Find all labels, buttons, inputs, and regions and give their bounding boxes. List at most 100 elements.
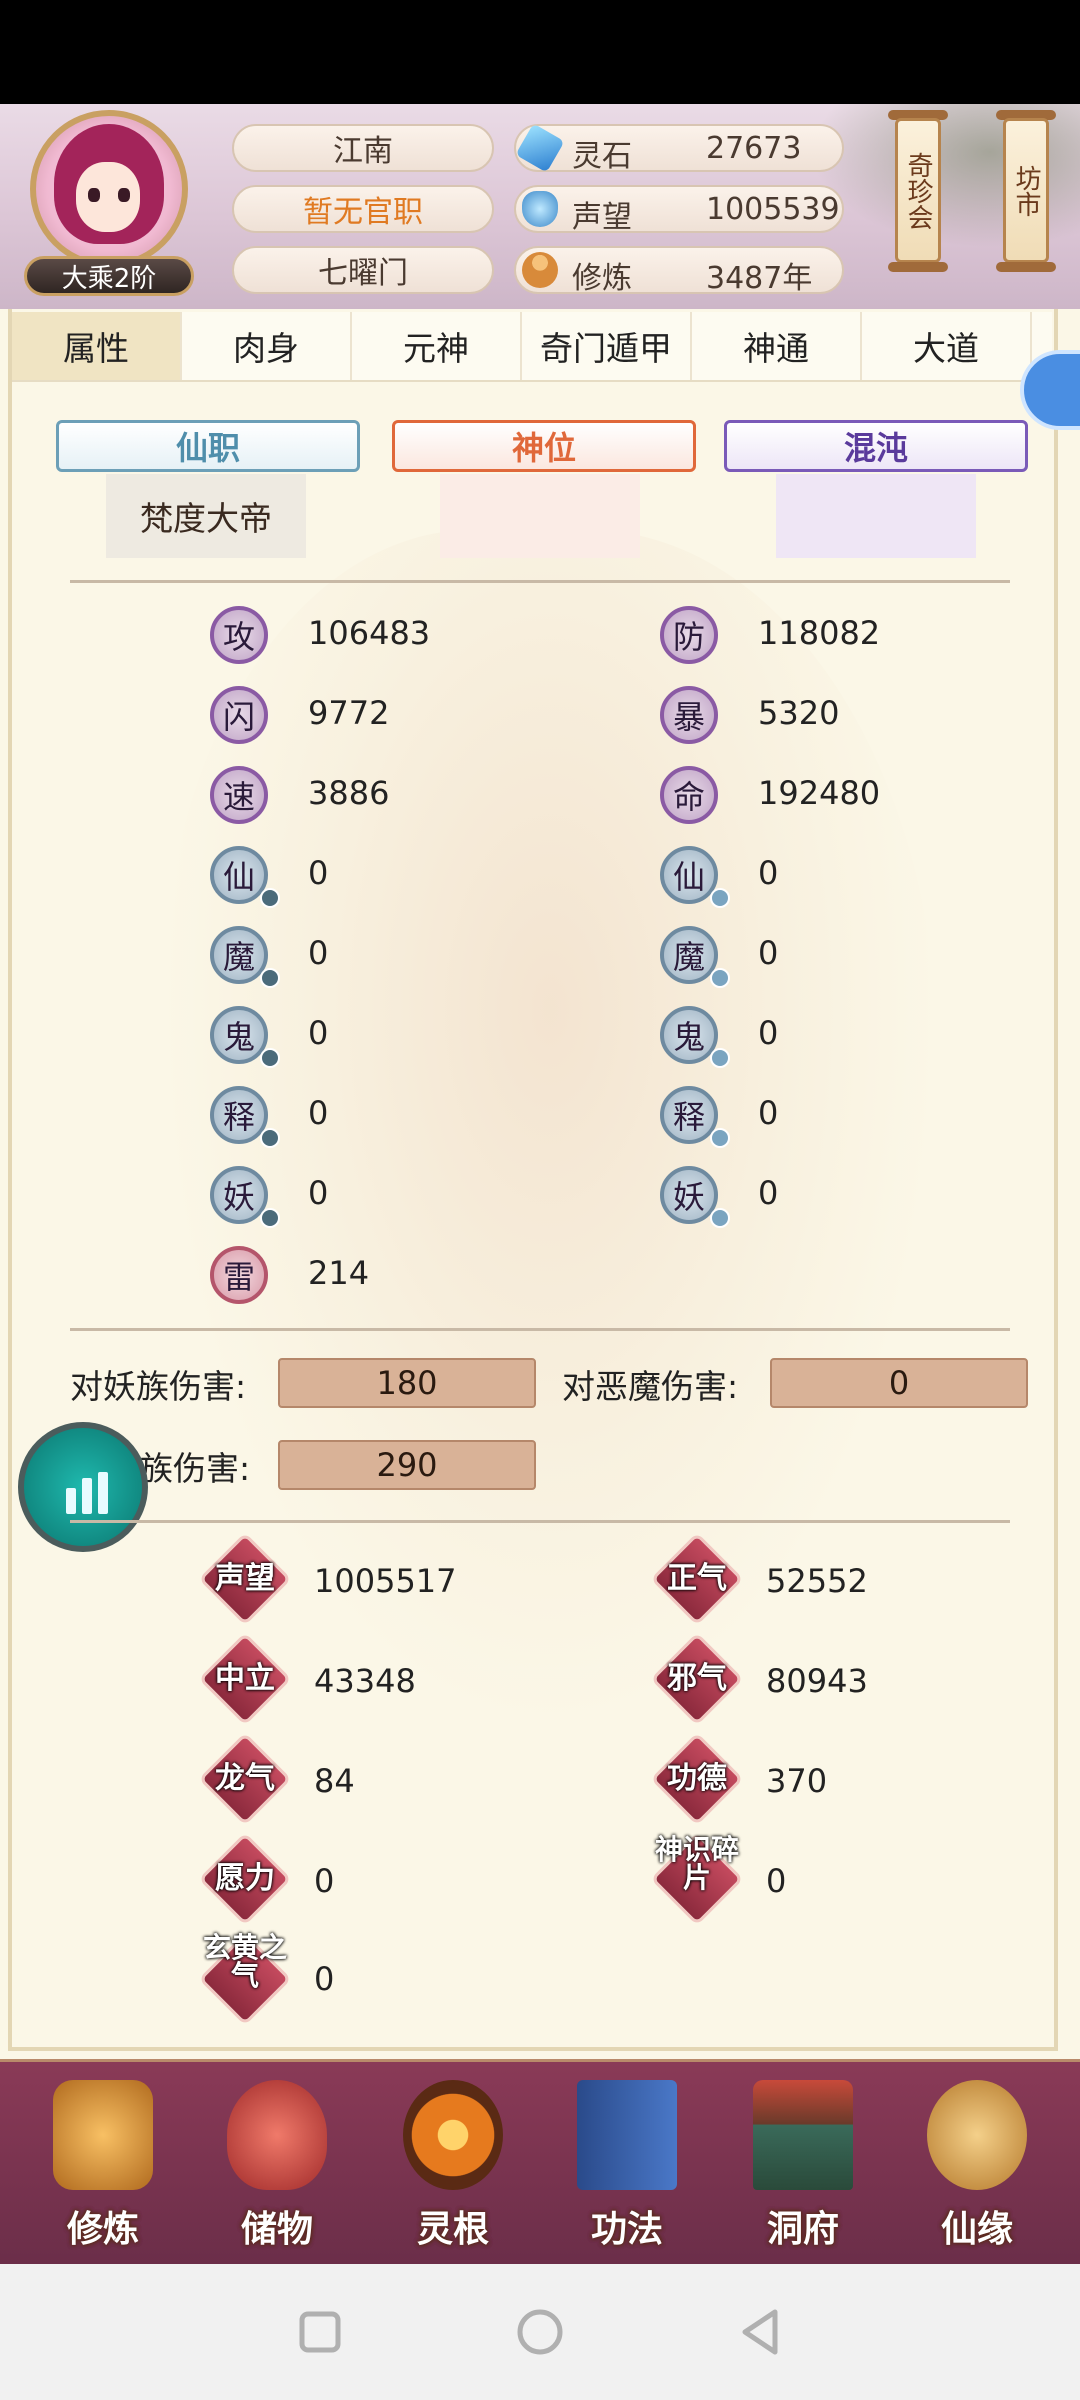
- prestige-label: 声望: [572, 200, 632, 235]
- cultivation-icon: [53, 2080, 153, 2190]
- prestige-value: 1005517: [314, 1562, 457, 1600]
- cultivation-value: 3487年: [706, 261, 813, 296]
- health-icon: 命: [660, 766, 718, 824]
- nav-technique-label: 功法: [590, 2209, 663, 2250]
- spirit-stone-label: 灵石: [572, 139, 632, 174]
- neutral-label: 中立: [215, 1661, 275, 1696]
- health-value: 192480: [758, 774, 881, 812]
- attack-icon: 攻: [210, 606, 268, 664]
- market-button[interactable]: 坊市: [1003, 118, 1049, 263]
- speed-value: 3886: [308, 774, 390, 812]
- demon-damage-label: 对恶魔伤害:: [562, 1367, 739, 1406]
- xuanhuang-value: 0: [314, 1960, 335, 1998]
- player-avatar[interactable]: [30, 110, 188, 268]
- yao-damage-label: 对妖族伤害:: [70, 1367, 247, 1406]
- nav-cave[interactable]: 洞府: [738, 2070, 868, 2260]
- avatar-eye-icon: [118, 188, 130, 202]
- spirit-stone-value: 27673: [706, 131, 802, 166]
- nav-cultivation[interactable]: 修炼: [38, 2070, 168, 2260]
- nav-storage-label: 储物: [240, 2209, 313, 2250]
- soul-shard-value: 0: [766, 1862, 787, 1900]
- attack-badge-icon: [260, 1048, 280, 1068]
- official-post-pill[interactable]: 暂无官职: [232, 185, 494, 233]
- prestige-pill[interactable]: 声望 1005539: [514, 185, 844, 235]
- tab-divine-powers[interactable]: 神通: [692, 312, 862, 380]
- dragon-qi-label: 龙气: [215, 1761, 275, 1796]
- attack-badge-icon: [260, 888, 280, 908]
- yao-damage-value: 180: [278, 1358, 536, 1408]
- demon-attack-value: 0: [308, 934, 329, 972]
- shenwei-value: [440, 474, 640, 558]
- back-icon[interactable]: [725, 2297, 795, 2367]
- xuanhuang-label: 玄黄之气: [202, 1931, 287, 1992]
- critical-value: 5320: [758, 694, 840, 732]
- nav-technique[interactable]: 功法: [562, 2070, 692, 2260]
- location-pill: 江南: [232, 124, 494, 172]
- neutral-value: 43348: [314, 1662, 416, 1700]
- attack-badge-icon: [260, 968, 280, 988]
- cultivation-label: 修炼: [572, 261, 632, 296]
- nav-cultivation-label: 修炼: [66, 2209, 139, 2250]
- dodge-icon: 闪: [210, 686, 268, 744]
- nav-immortal-fate[interactable]: 仙缘: [912, 2070, 1042, 2260]
- tab-attributes[interactable]: 属性: [12, 312, 182, 380]
- xianzhi-header: 仙职: [56, 420, 360, 472]
- defense-badge-icon: [710, 888, 730, 908]
- treasure-fair-button[interactable]: 奇珍会: [895, 118, 941, 263]
- xianzhi-value: 梵度大帝: [106, 474, 306, 558]
- prestige-value: 1005539: [706, 192, 840, 227]
- rank-badge: 大乘2阶: [24, 256, 194, 296]
- panel-frame: [8, 309, 1058, 2051]
- race-damage-label: 族伤害:: [140, 1449, 251, 1488]
- divider: [70, 580, 1010, 583]
- scroll-cap-icon: [888, 262, 948, 272]
- technique-book-icon: [577, 2080, 677, 2190]
- recent-apps-icon[interactable]: [285, 2297, 355, 2367]
- righteous-label: 正气: [667, 1561, 727, 1596]
- spirit-root-icon: [403, 2080, 503, 2190]
- tab-great-dao[interactable]: 大道: [862, 312, 1032, 380]
- spirit-stone-icon: [515, 123, 565, 173]
- critical-icon: 暴: [660, 686, 718, 744]
- dragon-qi-value: 84: [314, 1762, 355, 1800]
- immortal-fate-icon: [927, 2080, 1027, 2190]
- spirit-stone-pill[interactable]: 灵石 27673: [514, 123, 844, 174]
- avatar-face: [76, 162, 140, 232]
- market-label: 坊市: [1011, 164, 1041, 217]
- merit-value: 370: [766, 1762, 828, 1800]
- home-icon[interactable]: [505, 2297, 575, 2367]
- nav-storage[interactable]: 储物: [212, 2070, 342, 2260]
- status-bar: [0, 0, 1080, 104]
- storage-bag-icon: [227, 2080, 327, 2190]
- divider: [70, 1328, 1010, 1331]
- demon-damage-value: 0: [770, 1358, 1028, 1408]
- defense-icon: 防: [660, 606, 718, 664]
- bar-chart-icon: [82, 1478, 92, 1514]
- defense-badge-icon: [710, 968, 730, 988]
- avatar-eye-icon: [88, 188, 100, 202]
- immortal-defense-value: 0: [758, 854, 779, 892]
- hundun-header: 混沌: [724, 420, 1028, 472]
- sect-pill[interactable]: 七曜门: [232, 246, 494, 294]
- dodge-value: 9772: [308, 694, 390, 732]
- bar-chart-icon: [98, 1472, 108, 1514]
- cave-dwelling-icon: [753, 2080, 853, 2190]
- nav-spirit-root[interactable]: 灵根: [388, 2070, 518, 2260]
- race-damage-value: 290: [278, 1440, 536, 1490]
- attack-value: 106483: [308, 614, 431, 652]
- tab-body[interactable]: 肉身: [182, 312, 352, 380]
- defense-value: 118082: [758, 614, 881, 652]
- wish-power-value: 0: [314, 1862, 335, 1900]
- immortal-attack-value: 0: [308, 854, 329, 892]
- meditation-icon: [522, 252, 558, 288]
- defense-badge-icon: [710, 1048, 730, 1068]
- wish-power-label: 愿力: [215, 1861, 275, 1896]
- defense-badge-icon: [710, 1208, 730, 1228]
- tab-qimen-dunjia[interactable]: 奇门遁甲: [522, 312, 692, 380]
- floating-stats-button[interactable]: [18, 1422, 148, 1552]
- tab-spirit[interactable]: 元神: [352, 312, 522, 380]
- cultivation-time-pill[interactable]: 修炼 3487年: [514, 246, 844, 296]
- evil-value: 80943: [766, 1662, 868, 1700]
- merit-label: 功德: [667, 1761, 727, 1796]
- speed-icon: 速: [210, 766, 268, 824]
